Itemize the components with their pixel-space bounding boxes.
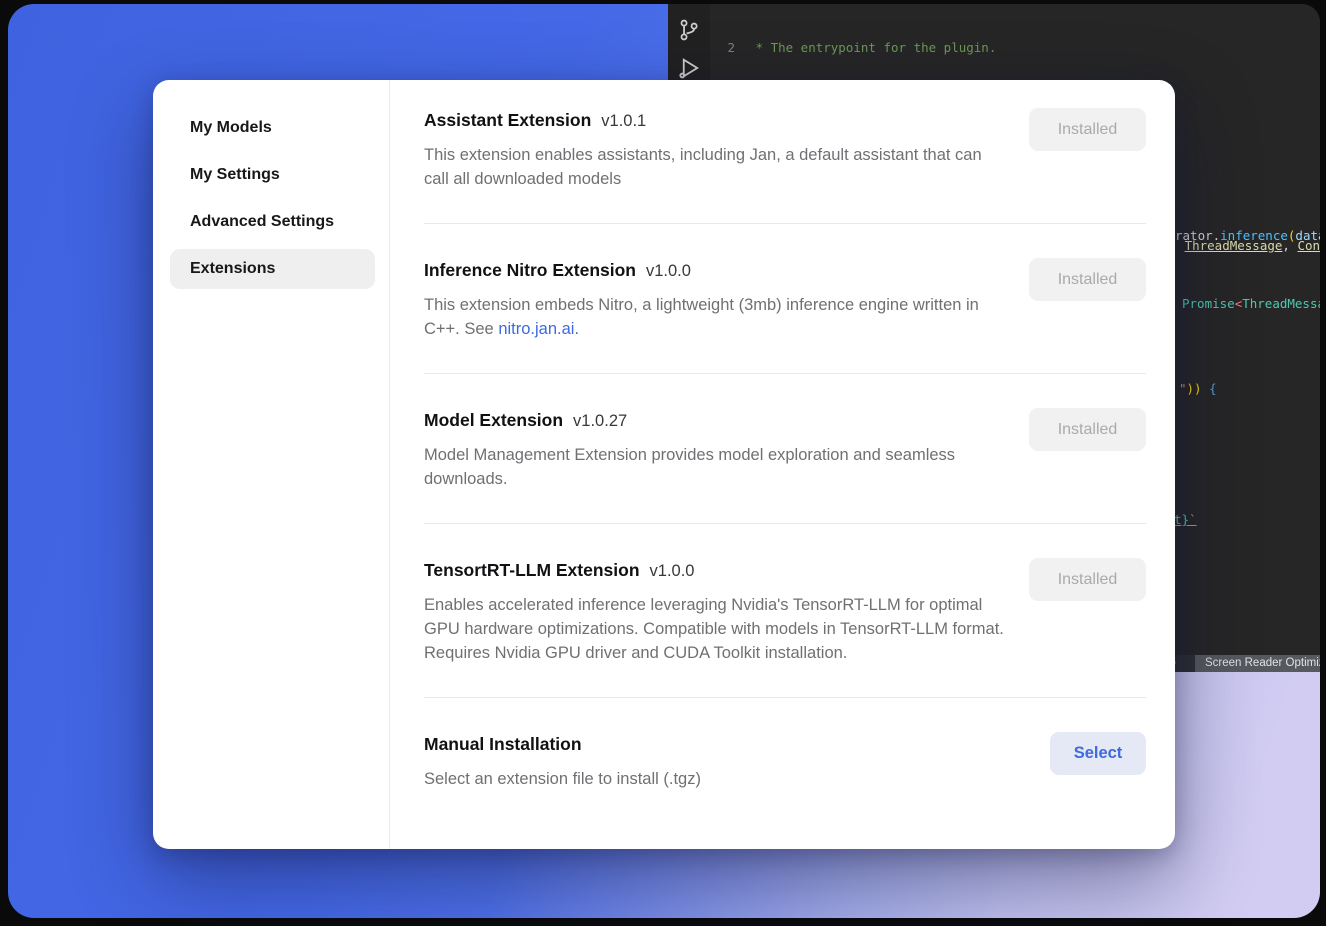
extension-name: Inference Nitro Extension — [424, 260, 636, 280]
extension-description: This extension enables assistants, inclu… — [424, 143, 1010, 191]
code-fragment-inference: rator.inference(data)); — [1175, 228, 1320, 243]
extensions-list: Assistant Extension v1.0.1 This extension… — [390, 80, 1175, 849]
extension-version: v1.0.0 — [650, 562, 695, 580]
extension-version: v1.0.0 — [646, 262, 691, 280]
extension-name: Model Extension — [424, 410, 563, 430]
extension-description: Model Management Extension provides mode… — [424, 443, 1010, 491]
screen: 2 * The entrypoint for the plugin. 3 */ … — [0, 0, 1326, 926]
sidebar-item-my-settings[interactable]: My Settings — [170, 155, 375, 195]
extension-row-tensorrt-llm: TensortRT-LLM Extension v1.0.0 Enables ac… — [424, 560, 1146, 665]
extension-version: v1.0.1 — [601, 112, 646, 130]
extension-info: Assistant Extension v1.0.1 This extension… — [424, 110, 1010, 191]
extension-row-inference-nitro: Inference Nitro Extension v1.0.0 This ext… — [424, 260, 1146, 341]
divider — [424, 373, 1146, 374]
extension-name: Assistant Extension — [424, 110, 591, 130]
line-number: 2 — [710, 40, 748, 57]
extension-title: Assistant Extension v1.0.1 — [424, 110, 1010, 131]
extension-description: Enables accelerated inference leveraging… — [424, 593, 1010, 665]
settings-modal: My Models My Settings Advanced Settings … — [153, 80, 1175, 849]
manual-installation-row: Manual Installation Select an extension … — [424, 734, 1146, 791]
extension-version: v1.0.27 — [573, 412, 627, 430]
divider — [424, 523, 1146, 524]
extension-description: This extension embeds Nitro, a lightweig… — [424, 293, 1010, 341]
extension-title: Inference Nitro Extension v1.0.0 — [424, 260, 1010, 281]
extension-row-assistant: Assistant Extension v1.0.1 This extension… — [424, 110, 1146, 191]
select-button[interactable]: Select — [1050, 732, 1146, 775]
divider — [424, 223, 1146, 224]
installed-button[interactable]: Installed — [1029, 108, 1146, 151]
extension-title: Manual Installation — [424, 734, 1010, 755]
nitro-jan-ai-link[interactable]: nitro.jan.ai. — [498, 320, 579, 338]
extension-title: TensortRT-LLM Extension v1.0.0 — [424, 560, 1010, 581]
extension-row-model: Model Extension v1.0.27 Model Management … — [424, 410, 1146, 491]
extension-description: Select an extension file to install (.tg… — [424, 767, 1010, 791]
installed-button[interactable]: Installed — [1029, 258, 1146, 301]
code-line: 2 * The entrypoint for the plugin. — [710, 40, 1320, 57]
installed-button[interactable]: Installed — [1029, 408, 1146, 451]
screen-reader-optimized-item[interactable]: Screen Reader Optimized — [1195, 655, 1320, 672]
code-text: * The entrypoint for the plugin. — [748, 40, 996, 57]
extension-info: Inference Nitro Extension v1.0.0 This ext… — [424, 260, 1010, 341]
settings-sidebar: My Models My Settings Advanced Settings … — [153, 80, 390, 849]
source-control-icon[interactable] — [677, 18, 701, 42]
extension-info: TensortRT-LLM Extension v1.0.0 Enables ac… — [424, 560, 1010, 665]
sidebar-item-extensions[interactable]: Extensions — [170, 249, 375, 289]
extension-info: Manual Installation Select an extension … — [424, 734, 1010, 791]
sidebar-item-advanced-settings[interactable]: Advanced Settings — [170, 202, 375, 242]
code-fragment-promise: Promise<ThreadMessage> — [1182, 296, 1320, 311]
installed-button[interactable]: Installed — [1029, 558, 1146, 601]
divider — [424, 697, 1146, 698]
extension-name: TensortRT-LLM Extension — [424, 560, 640, 580]
run-and-debug-icon[interactable] — [677, 56, 701, 80]
extension-info: Model Extension v1.0.27 Model Management … — [424, 410, 1010, 491]
extension-title: Model Extension v1.0.27 — [424, 410, 1010, 431]
extension-name: Manual Installation — [424, 734, 582, 754]
code-fragment-template: t}` — [1174, 512, 1197, 527]
sidebar-item-my-models[interactable]: My Models — [170, 108, 375, 148]
code-fragment-brace: ")) { — [1179, 381, 1217, 396]
